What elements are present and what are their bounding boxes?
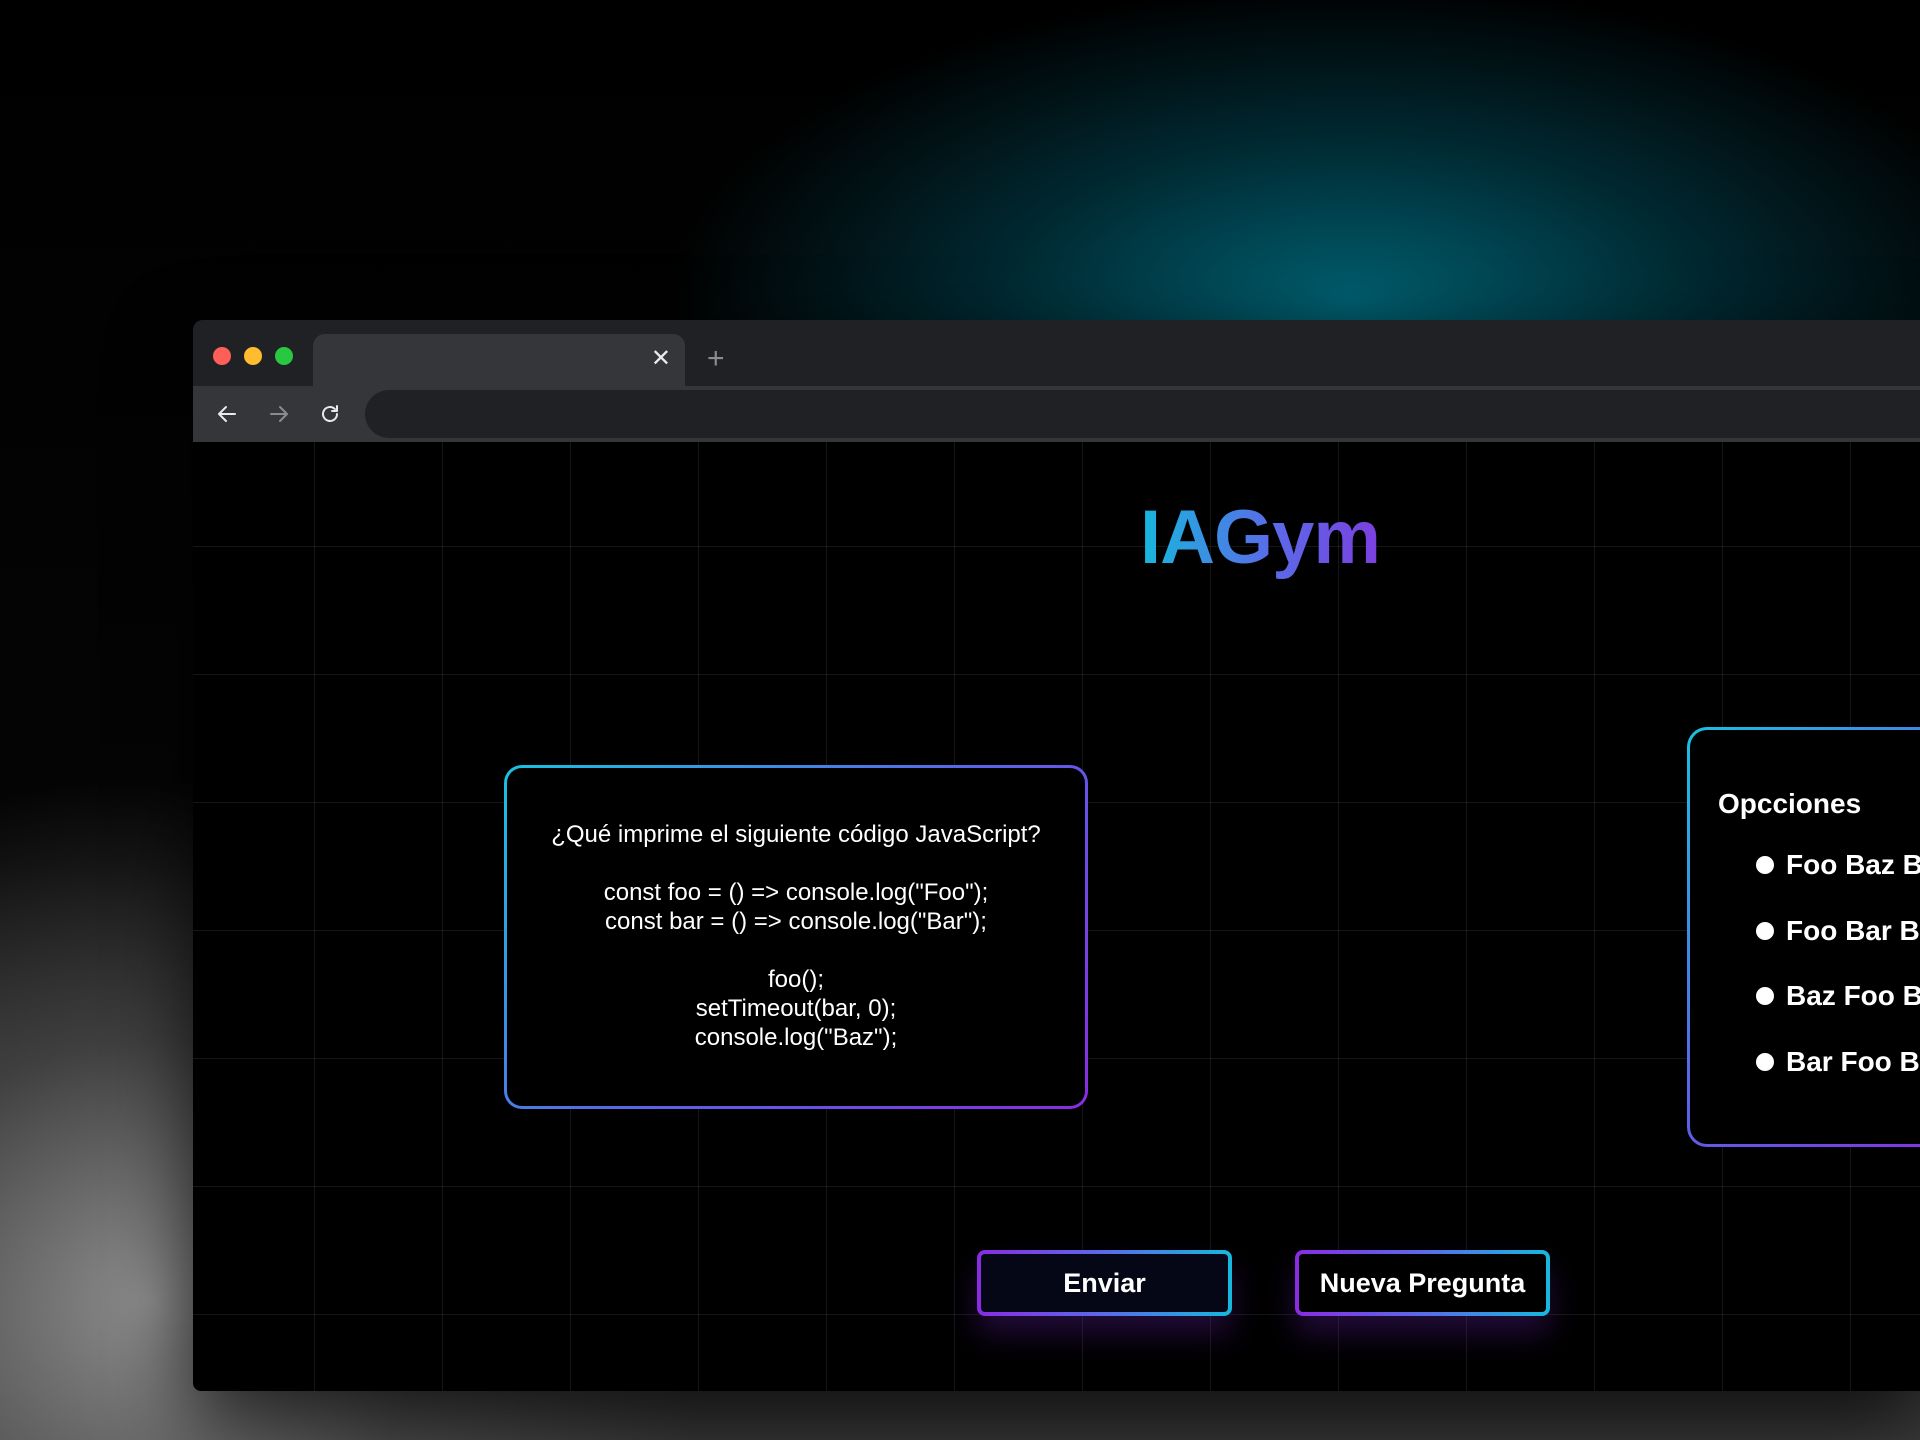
code-line: setTimeout(bar, 0);: [695, 995, 897, 1022]
address-bar[interactable]: IAGym: [365, 390, 1920, 438]
minimize-window-button[interactable]: [244, 347, 262, 365]
option-item[interactable]: Foo Bar Baz: [1756, 915, 1920, 947]
browser-tab[interactable]: ✕: [313, 334, 685, 386]
new-question-button[interactable]: Nueva Pregunta: [1295, 1250, 1550, 1316]
radio-button[interactable]: [1756, 1053, 1774, 1071]
page-title: IAGym: [1140, 495, 1381, 580]
code-line: console.log("Baz");: [694, 1024, 898, 1051]
question-text: ¿Qué imprime el siguiente código JavaScr…: [551, 821, 1041, 848]
option-item[interactable]: Baz Foo Bar: [1756, 980, 1920, 1012]
close-tab-icon[interactable]: ✕: [651, 346, 671, 372]
code-line: const bar = () => console.log("Bar");: [605, 908, 987, 935]
question-card: ¿Qué imprime el siguiente código JavaScr…: [504, 765, 1088, 1109]
radio-button[interactable]: [1756, 987, 1774, 1005]
option-label: Baz Foo Bar: [1786, 980, 1920, 1011]
code-snippet: const foo = () => console.log("Foo"); co…: [507, 878, 1085, 1052]
new-tab-button[interactable]: +: [707, 344, 725, 374]
forward-arrow-icon[interactable]: [263, 398, 295, 430]
maximize-window-button[interactable]: [275, 347, 293, 365]
page-viewport: IAGym ¿Qué imprime el siguiente código J…: [193, 442, 1920, 1391]
option-label: Bar Foo Baz: [1786, 1046, 1920, 1077]
radio-button[interactable]: [1756, 856, 1774, 874]
option-label: Foo Bar Baz: [1786, 915, 1920, 946]
option-item[interactable]: Foo Baz Bar: [1756, 849, 1920, 881]
send-button[interactable]: Enviar: [977, 1250, 1232, 1316]
browser-window: ✕ + IAGym IAGym ¿Qué imprime el siguient…: [193, 320, 1920, 1391]
code-line: const foo = () => console.log("Foo");: [603, 879, 989, 906]
code-line: foo();: [767, 966, 824, 993]
back-arrow-icon[interactable]: [211, 398, 243, 430]
close-window-button[interactable]: [213, 347, 231, 365]
options-title: Opcciones: [1718, 788, 1862, 819]
options-card: Opcciones Foo Baz Bar Foo Bar Baz Baz Fo…: [1687, 727, 1920, 1147]
tab-strip: ✕ +: [193, 320, 1920, 386]
option-label: Foo Baz Bar: [1786, 849, 1920, 880]
reload-icon[interactable]: [314, 398, 346, 430]
option-item[interactable]: Bar Foo Baz: [1756, 1046, 1920, 1078]
radio-button[interactable]: [1756, 922, 1774, 940]
